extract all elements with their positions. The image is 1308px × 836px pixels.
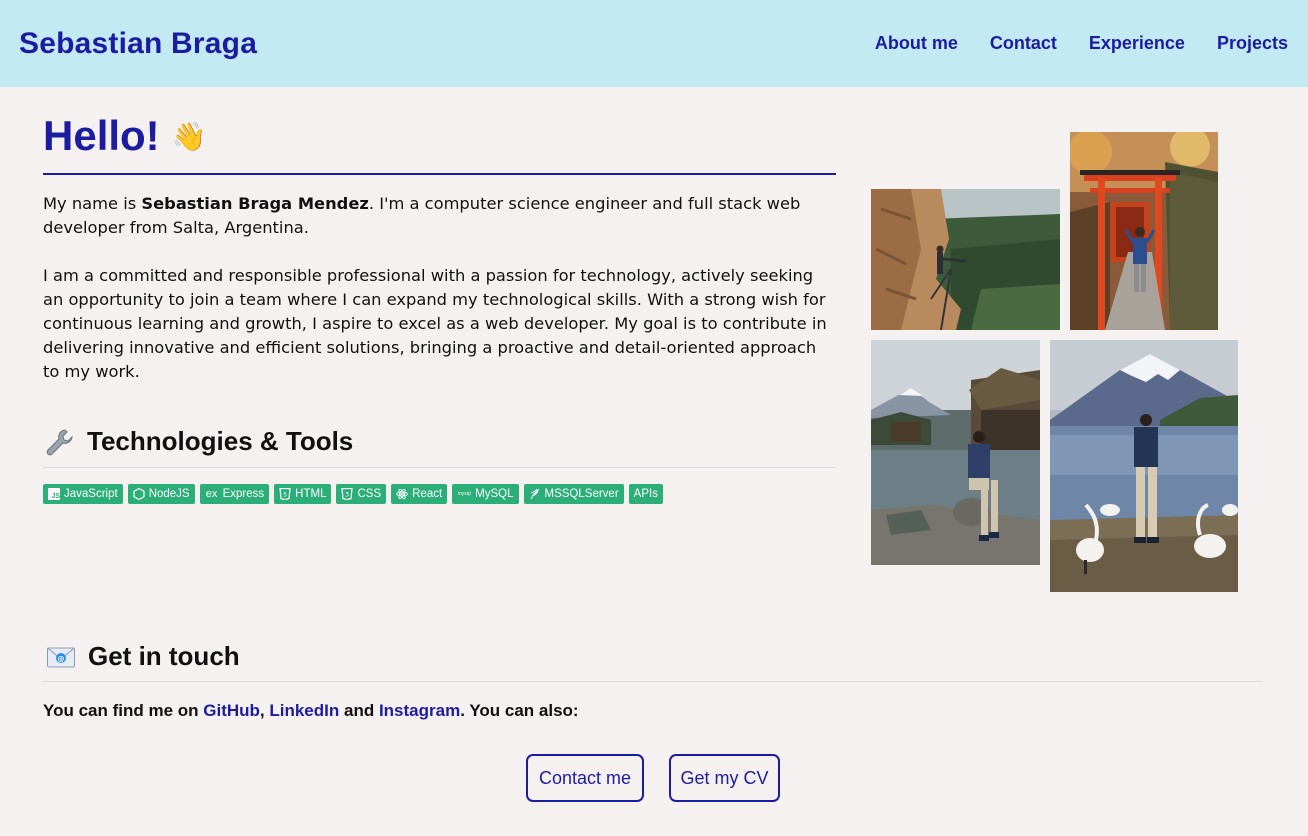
nav-links: About me Contact Experience Projects: [875, 33, 1288, 54]
envelope-icon: @: [47, 647, 75, 667]
badge-express: ex Express: [199, 484, 270, 504]
waving-hand-icon: 👋: [171, 120, 207, 152]
contact-divider: [43, 681, 1263, 682]
mount-fuji-village-photo: [871, 340, 1040, 565]
badge-label: JavaScript: [64, 488, 118, 500]
badge-javascript: JS JavaScript: [43, 484, 123, 504]
nav-contact[interactable]: Contact: [990, 33, 1057, 54]
badge-label: MSSQLServer: [544, 488, 619, 500]
badge-css: 3 CSS: [336, 484, 387, 504]
badge-label: CSS: [357, 488, 382, 500]
nav-projects[interactable]: Projects: [1217, 33, 1288, 54]
separator: ,: [259, 701, 270, 720]
css3-icon: 3: [341, 488, 354, 500]
express-icon: ex: [205, 488, 218, 500]
instagram-link[interactable]: Instagram: [379, 701, 460, 720]
separator: and: [339, 701, 379, 720]
hello-title: Hello!: [43, 112, 160, 159]
badge-label: Express: [222, 488, 265, 500]
svg-text:@: @: [58, 655, 65, 663]
tech-badges: JS JavaScript NodeJS ex Express 5 HTML 3…: [43, 484, 663, 504]
mssql-icon: [530, 488, 539, 500]
about-paragraph: I am a committed and responsible profess…: [43, 266, 827, 381]
badge-label: NodeJS: [148, 488, 190, 500]
html5-icon: 5: [279, 488, 291, 500]
github-link[interactable]: GitHub: [203, 701, 260, 720]
badge-mssqlserver: MSSQLServer: [523, 484, 624, 504]
nodejs-icon: [133, 488, 145, 500]
hello-divider: [43, 173, 836, 175]
mysql-icon: mysql: [457, 491, 471, 497]
badge-react: React: [391, 484, 448, 504]
intro-name: Sebastian Braga Mendez: [141, 194, 369, 213]
badge-label: React: [412, 488, 443, 500]
javascript-icon: JS: [48, 488, 60, 500]
intro-before: My name is: [43, 194, 142, 213]
navbar: Sebastian Braga About me Contact Experie…: [0, 0, 1308, 87]
nav-experience[interactable]: Experience: [1089, 33, 1185, 54]
wrench-icon: [46, 428, 73, 455]
find-suffix: . You can also:: [460, 701, 579, 720]
find-prefix: You can find me on: [43, 701, 204, 720]
badge-nodejs: NodeJS: [127, 484, 195, 504]
intro-paragraph: My name is Sebastian Braga Mendez. I'm a…: [43, 192, 836, 240]
react-icon: [396, 488, 408, 500]
linkedin-link[interactable]: LinkedIn: [269, 701, 339, 720]
mount-fuji-lake-swans-photo: [1050, 340, 1238, 592]
about-text: My name is Sebastian Braga Mendez. I'm a…: [43, 192, 836, 384]
badge-label: MySQL: [475, 488, 514, 500]
tech-heading: Technologies & Tools: [45, 426, 353, 457]
contact-heading: @ Get in touch: [46, 641, 240, 672]
cliff-trail-photo: [871, 189, 1060, 330]
find-me-text: You can find me on GitHub, LinkedIn and …: [43, 701, 579, 721]
tech-title: Technologies & Tools: [87, 426, 354, 456]
badge-label: APIs: [633, 488, 658, 500]
get-cv-button[interactable]: Get my CV: [669, 754, 780, 802]
nav-about-me[interactable]: About me: [875, 33, 958, 54]
hello-heading: Hello! 👋: [43, 112, 207, 160]
contact-me-button[interactable]: Contact me: [526, 754, 644, 802]
badge-apis: APIs: [628, 484, 663, 504]
site-brand[interactable]: Sebastian Braga: [19, 27, 257, 61]
torii-gate-photo: [1070, 132, 1218, 330]
contact-title: Get in touch: [88, 641, 240, 671]
svg-text:3: 3: [346, 492, 350, 499]
badge-mysql: mysql MySQL: [452, 484, 519, 504]
badge-label: HTML: [295, 488, 327, 500]
badge-html: 5 HTML: [274, 484, 332, 504]
svg-text:5: 5: [283, 492, 287, 499]
tech-divider: [43, 467, 836, 468]
